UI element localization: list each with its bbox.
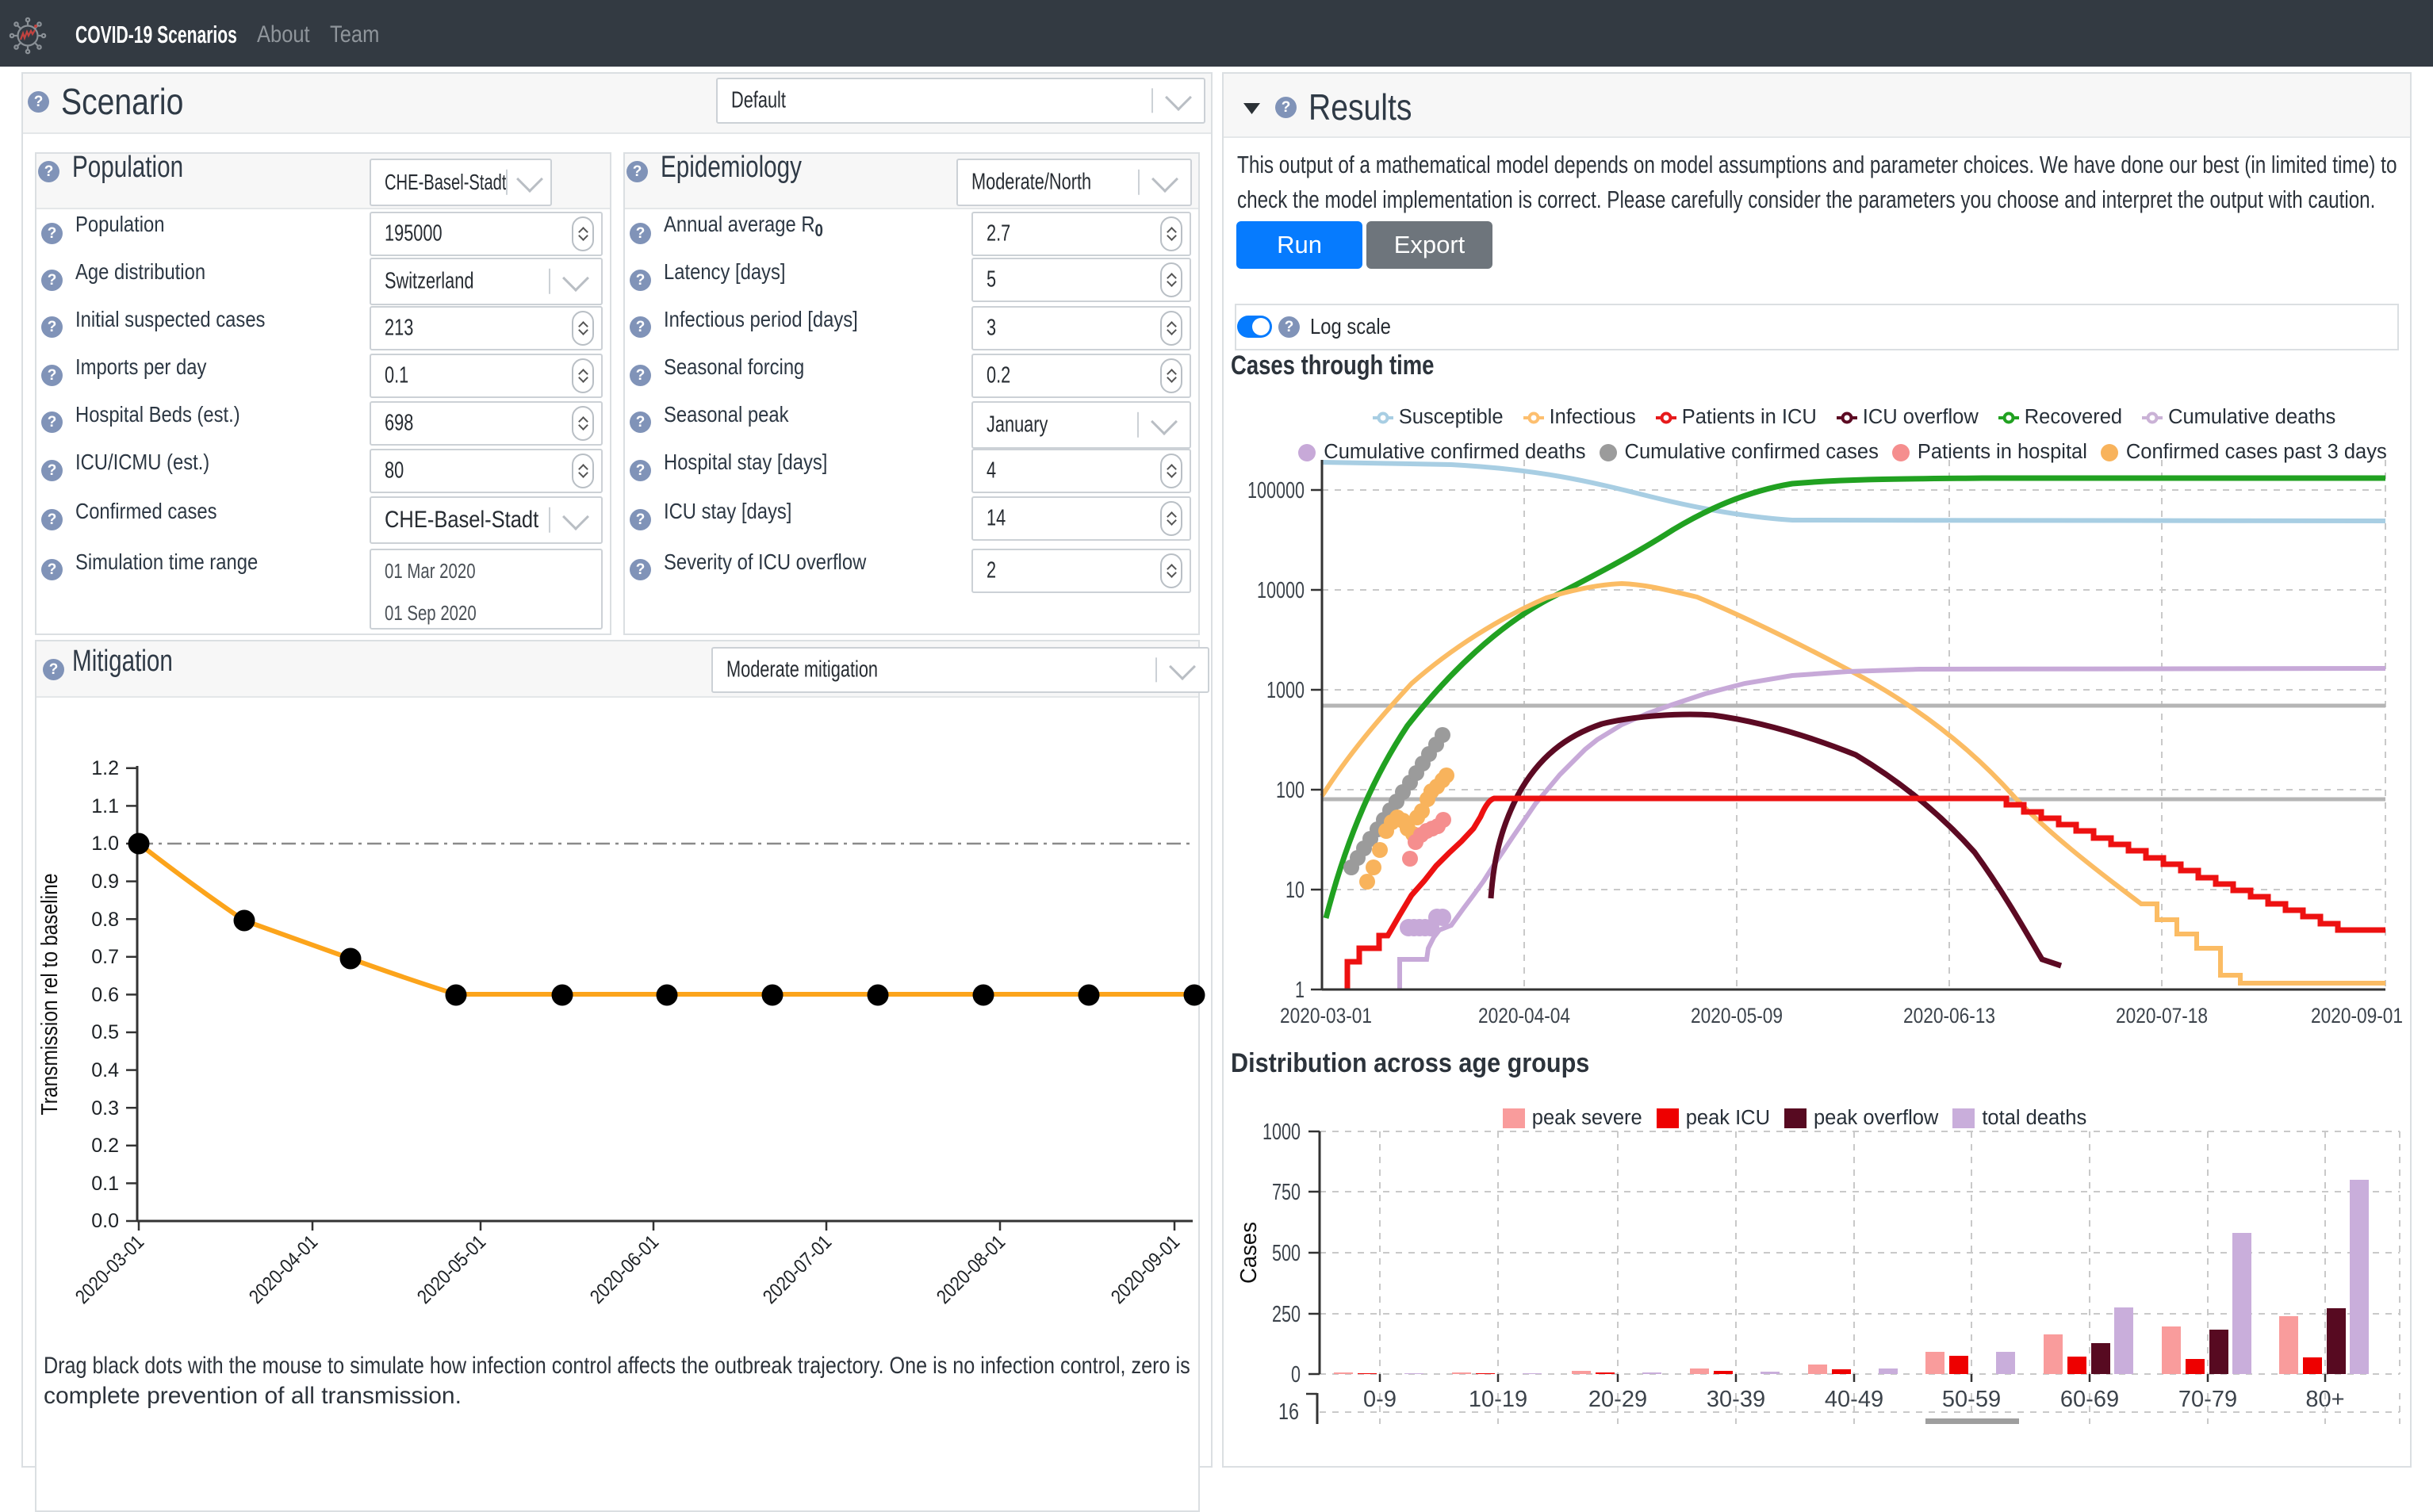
- svg-text:Cases: Cases: [1236, 1222, 1262, 1284]
- svg-text:1000: 1000: [1262, 1120, 1301, 1145]
- svg-text:750: 750: [1272, 1180, 1301, 1205]
- svg-text:0: 0: [1291, 1362, 1301, 1388]
- svg-text:250: 250: [1272, 1302, 1301, 1327]
- svg-text:16: 16: [1278, 1399, 1299, 1424]
- svg-text:500: 500: [1272, 1241, 1301, 1266]
